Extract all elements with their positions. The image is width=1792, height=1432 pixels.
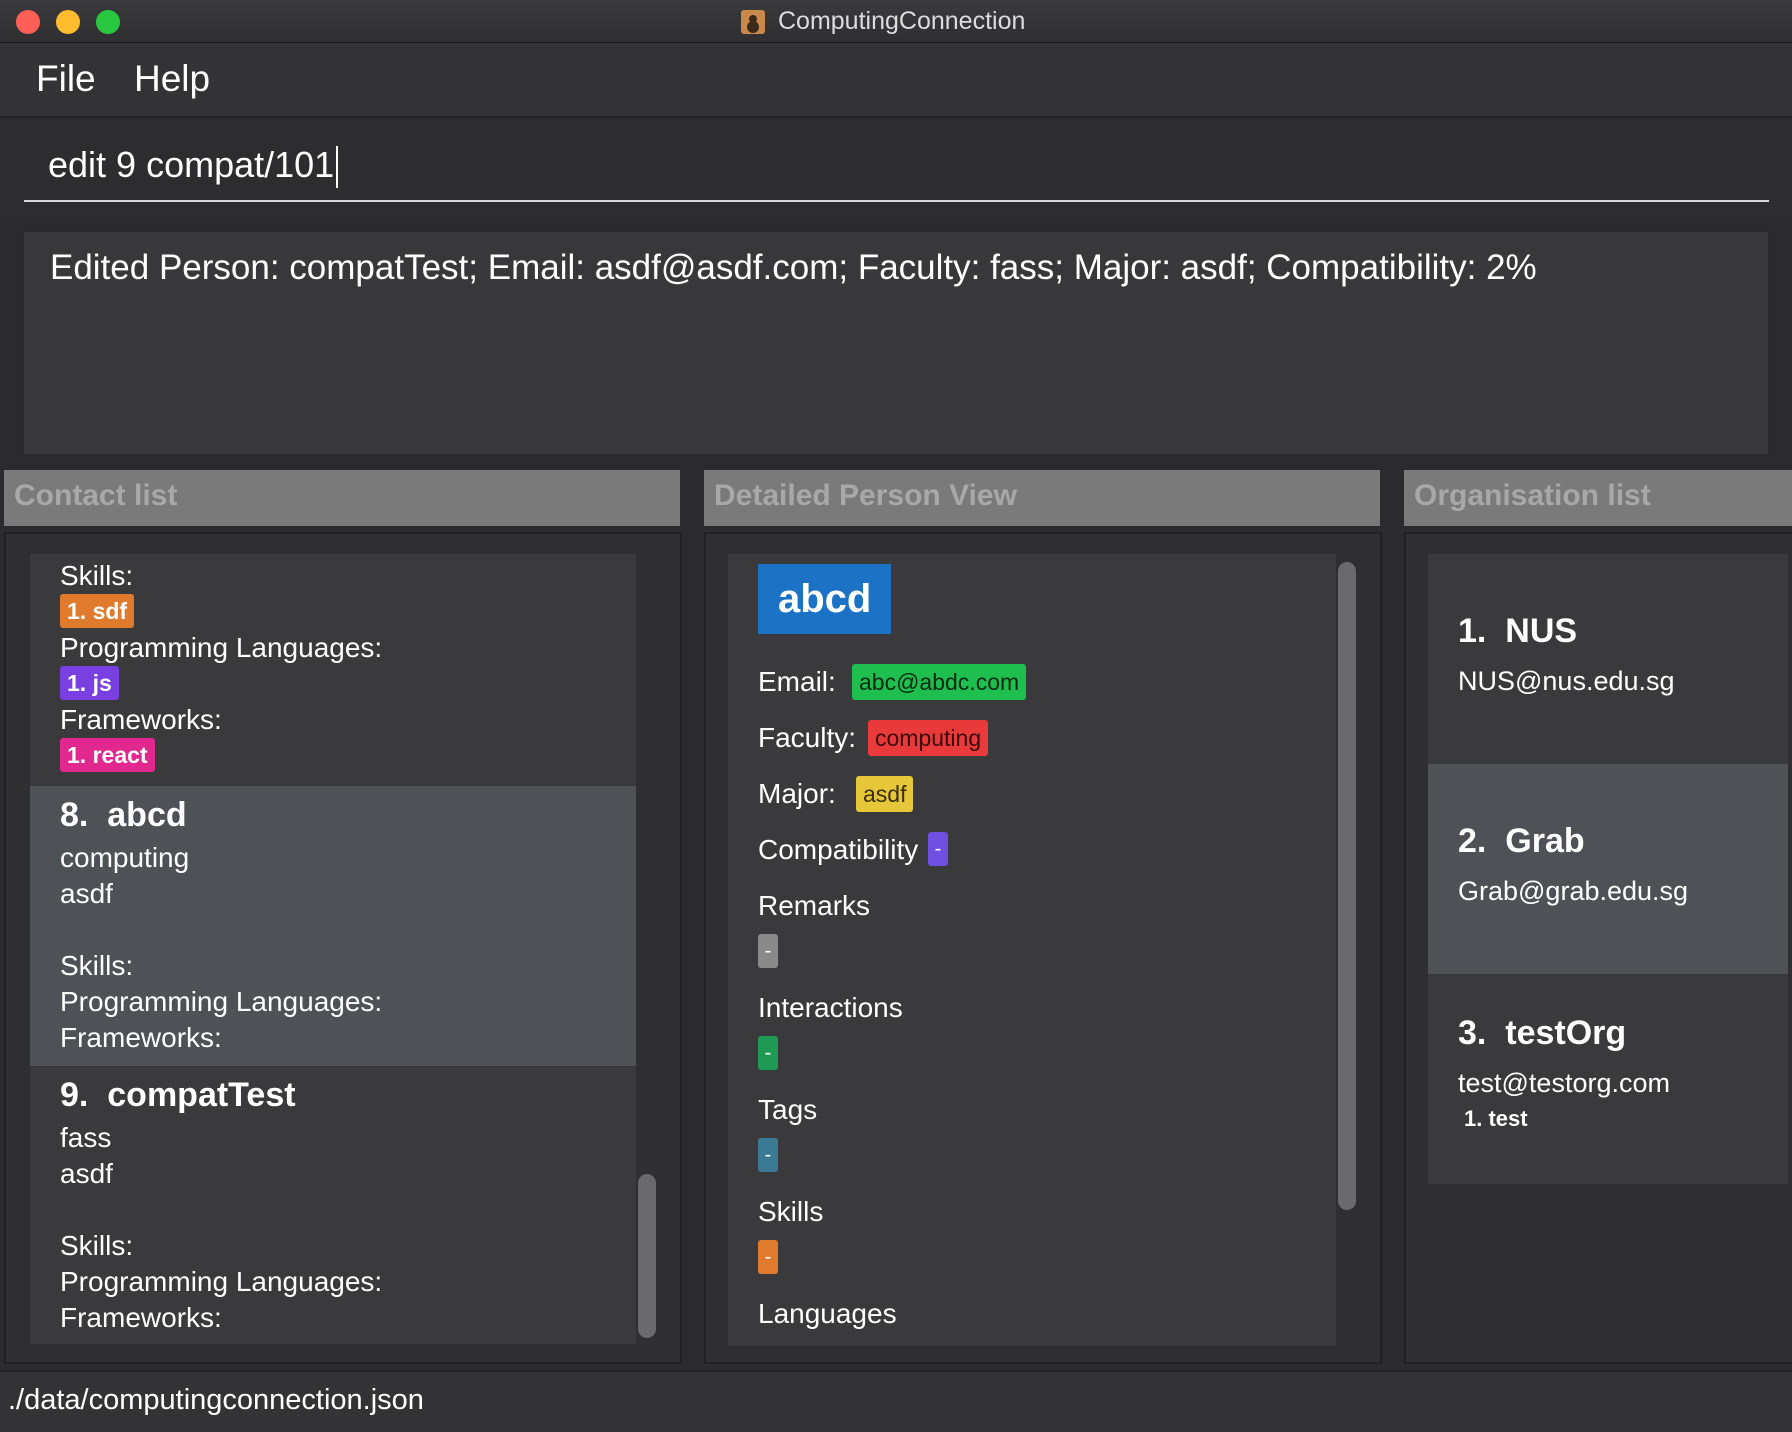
email-label: Email: bbox=[758, 666, 836, 697]
org-name: 3. testOrg bbox=[1458, 1014, 1626, 1053]
skills-label: Skills bbox=[758, 1196, 824, 1227]
org-email: NUS@nus.edu.sg bbox=[1458, 666, 1675, 696]
contact-card-8[interactable]: 8. abcd computing asdf Skills: Programmi… bbox=[30, 786, 636, 1066]
org-name-text: NUS bbox=[1505, 612, 1578, 650]
tags-label: Tags bbox=[758, 1094, 818, 1125]
org-list-panel[interactable]: 1. NUS NUS@nus.edu.sg 2. Grab Grab@grab.… bbox=[1404, 532, 1792, 1364]
text-caret bbox=[336, 146, 339, 189]
command-input[interactable]: edit 9 compat/101 bbox=[24, 140, 1769, 202]
org-email: test@testorg.com bbox=[1458, 1068, 1670, 1098]
result-display[interactable]: Edited Person: compatTest; Email: asdf@a… bbox=[22, 230, 1770, 456]
contact-faculty: computing bbox=[60, 842, 190, 873]
detail-view-panel[interactable]: abcd Email: abc@abdc.com Faculty: comput… bbox=[704, 532, 1382, 1364]
org-card-3[interactable]: 3. testOrg test@testorg.com 1. test bbox=[1428, 974, 1788, 1184]
contact-index: 9. bbox=[60, 1076, 89, 1114]
data-file-path: ./data/computingconnection.json bbox=[8, 1384, 424, 1416]
org-name-text: Grab bbox=[1505, 822, 1585, 860]
close-window-button[interactable] bbox=[16, 10, 40, 34]
org-name: 1. NUS bbox=[1458, 612, 1577, 651]
compatibility-label: Compatibility bbox=[758, 834, 919, 865]
org-name: 2. Grab bbox=[1458, 822, 1585, 861]
contact-list-panel[interactable]: Skills: 1. sdf Programming Languages: 1.… bbox=[4, 532, 682, 1364]
command-input-value: edit 9 compat/101 bbox=[48, 144, 335, 185]
org-name-text: testOrg bbox=[1505, 1014, 1627, 1052]
person-name-badge: abcd bbox=[758, 564, 892, 634]
frameworks-label: Frameworks: bbox=[60, 1022, 222, 1053]
contact-name-text: abcd bbox=[107, 796, 187, 834]
faculty-chip: computing bbox=[868, 720, 989, 756]
menu-file[interactable]: File bbox=[36, 58, 96, 100]
interactions-chip: - bbox=[758, 1036, 778, 1070]
major-chip: asdf bbox=[856, 776, 914, 812]
contact-list-scrollbar[interactable] bbox=[638, 1174, 656, 1338]
detail-card: abcd Email: abc@abdc.com Faculty: comput… bbox=[728, 554, 1336, 1346]
contact-list-header: Contact list bbox=[4, 470, 680, 526]
skills-label: Skills: bbox=[60, 1230, 134, 1261]
maximize-window-button[interactable] bbox=[96, 10, 120, 34]
org-index: 1. bbox=[1458, 612, 1487, 650]
org-email: Grab@grab.edu.sg bbox=[1458, 876, 1689, 906]
org-list-header: Organisation list bbox=[1404, 470, 1792, 526]
menu-bar: File Help bbox=[0, 43, 1792, 118]
contact-major: asdf bbox=[60, 1158, 113, 1189]
contact-name: 8. abcd bbox=[60, 796, 187, 835]
org-tag: 1. test bbox=[1464, 1106, 1528, 1131]
skills-label: Skills: bbox=[60, 950, 134, 981]
remarks-label: Remarks bbox=[758, 890, 871, 921]
email-chip: abc@abdc.com bbox=[852, 664, 1027, 700]
org-card-2[interactable]: 2. Grab Grab@grab.edu.sg bbox=[1428, 764, 1788, 974]
window-title: ComputingConnection bbox=[778, 7, 1026, 35]
compatibility-chip: - bbox=[928, 832, 948, 866]
result-text: Edited Person: compatTest; Email: asdf@a… bbox=[50, 248, 1537, 287]
org-card-1[interactable]: 1. NUS NUS@nus.edu.sg bbox=[1428, 554, 1788, 764]
contact-index: 8. bbox=[60, 796, 89, 834]
org-index: 2. bbox=[1458, 822, 1487, 860]
contact-faculty: fass bbox=[60, 1122, 112, 1153]
programming-languages-label: Programming Languages: bbox=[60, 632, 383, 663]
menu-help[interactable]: Help bbox=[134, 58, 210, 100]
remarks-chip: - bbox=[758, 934, 778, 968]
major-label: Major: bbox=[758, 778, 836, 809]
contact-name: 9. compatTest bbox=[60, 1076, 296, 1115]
org-index: 3. bbox=[1458, 1014, 1487, 1052]
frameworks-label: Frameworks: bbox=[60, 704, 222, 735]
app-contact-icon bbox=[741, 10, 765, 34]
detail-view-header: Detailed Person View bbox=[704, 470, 1380, 526]
programming-languages-label: Programming Languages: bbox=[60, 986, 383, 1017]
minimize-window-button[interactable] bbox=[56, 10, 80, 34]
list-item[interactable]: Skills: 1. sdf Programming Languages: 1.… bbox=[30, 554, 636, 786]
status-bar: ./data/computingconnection.json bbox=[0, 1370, 1792, 1432]
framework-chip: 1. react bbox=[60, 738, 155, 772]
detail-view-scrollbar[interactable] bbox=[1338, 562, 1356, 1210]
command-area: edit 9 compat/101 bbox=[0, 118, 1792, 214]
languages-label: Languages bbox=[758, 1298, 897, 1329]
faculty-label: Faculty: bbox=[758, 722, 857, 753]
tags-chip: - bbox=[758, 1138, 778, 1172]
interactions-label: Interactions bbox=[758, 992, 903, 1023]
contact-card-9[interactable]: 9. compatTest fass asdf Skills: Programm… bbox=[30, 1066, 636, 1344]
frameworks-label: Frameworks: bbox=[60, 1302, 222, 1333]
contact-major: asdf bbox=[60, 878, 113, 909]
skill-chip: 1. sdf bbox=[60, 594, 135, 628]
language-chip: 1. js bbox=[60, 666, 119, 700]
title-bar: ComputingConnection bbox=[0, 0, 1792, 43]
programming-languages-label: Programming Languages: bbox=[60, 1266, 383, 1297]
skills-label: Skills: bbox=[60, 560, 134, 591]
skills-chip: - bbox=[758, 1240, 778, 1274]
contact-name-text: compatTest bbox=[107, 1076, 296, 1114]
